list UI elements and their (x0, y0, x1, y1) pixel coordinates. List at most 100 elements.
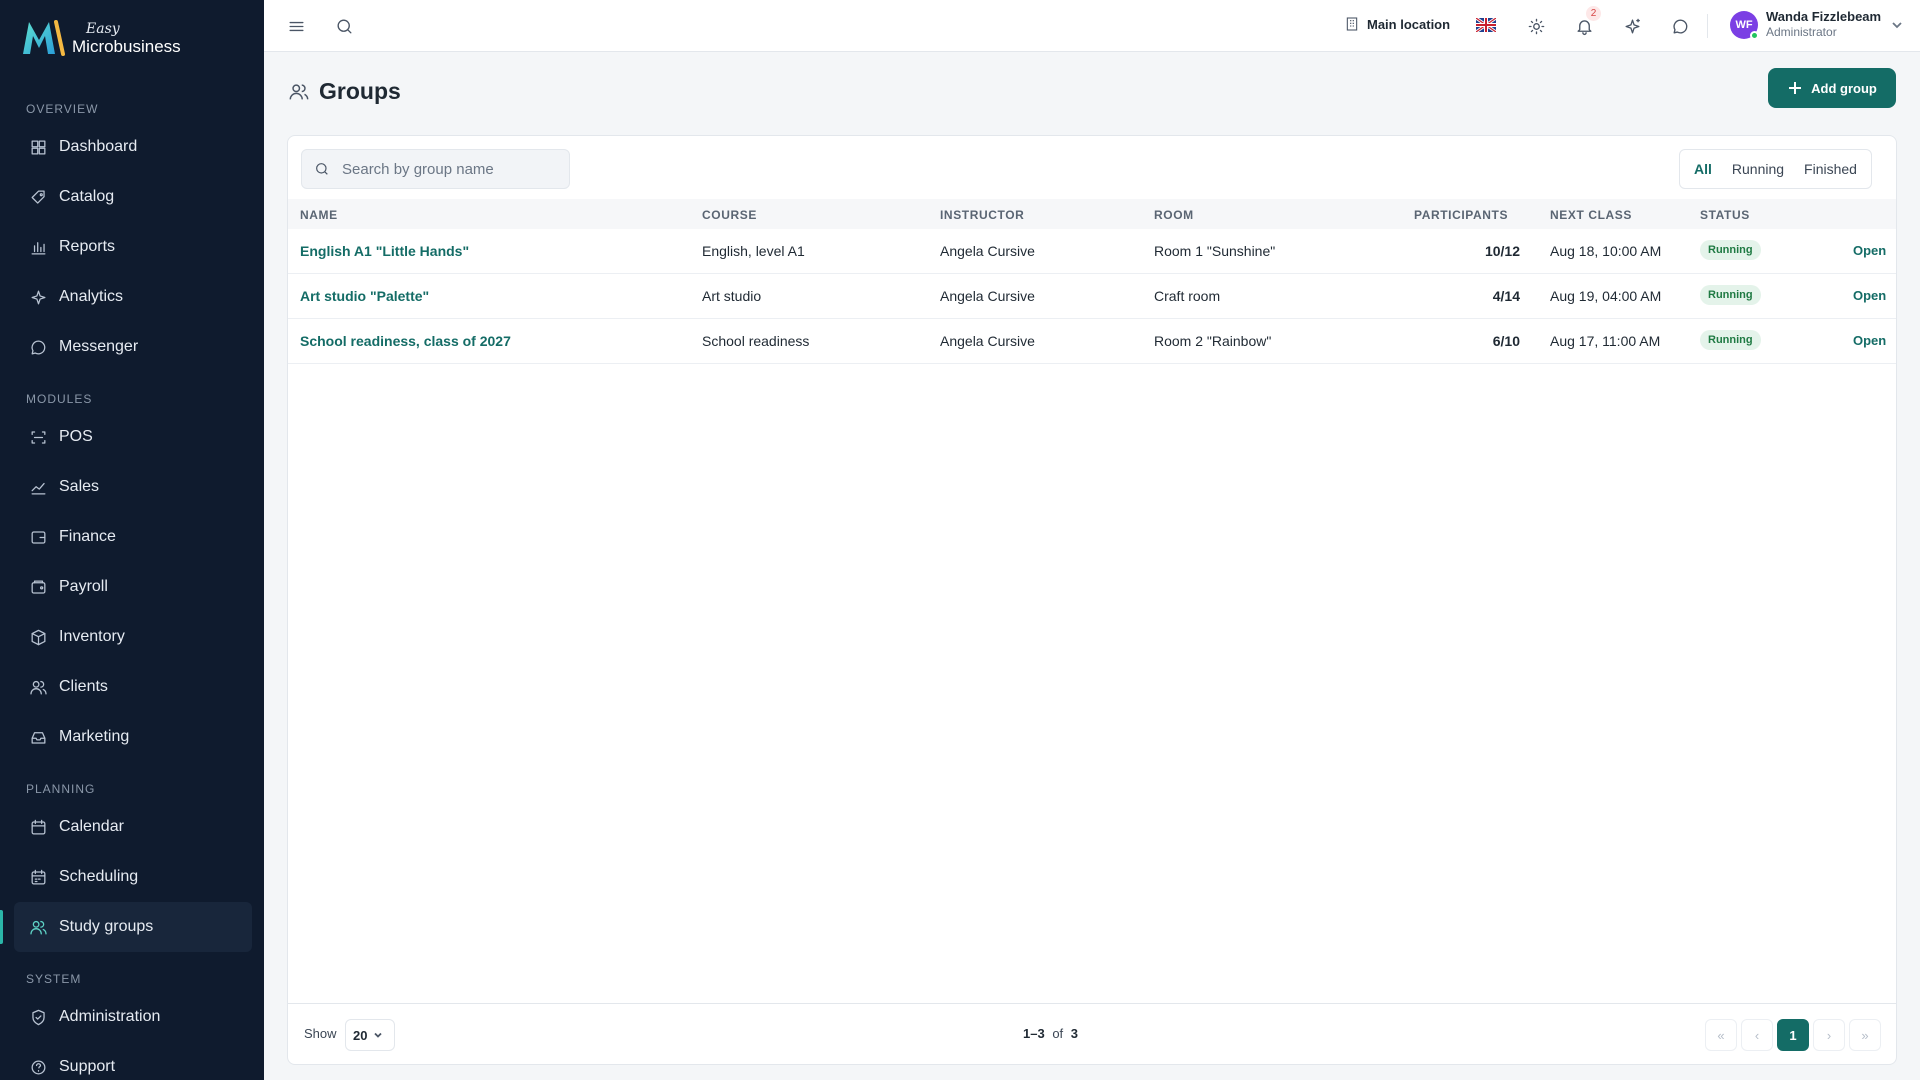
previous-page-icon[interactable]: ‹ (1741, 1019, 1773, 1051)
sidebar-item-catalog[interactable]: Catalog (0, 172, 264, 222)
groups-icon (289, 83, 309, 99)
pos-icon (28, 427, 48, 447)
open-group-link[interactable]: Open (1853, 288, 1886, 303)
building-icon (1346, 17, 1358, 31)
topbar-divider (1707, 14, 1708, 38)
range-total: 3 (1070, 1026, 1079, 1041)
course-cell: Art studio (702, 288, 762, 304)
dashboard-icon (28, 137, 48, 157)
payroll-icon (28, 577, 48, 597)
sidebar-item-finance[interactable]: Finance (0, 512, 264, 562)
sidebar-item-marketing[interactable]: Marketing (0, 712, 264, 762)
scheduling-icon (28, 867, 48, 887)
sidebar-item-label: Reports (59, 238, 116, 255)
catalog-icon (28, 187, 48, 207)
user-menu[interactable]: WF Wanda Fizzlebeam Administrator (1730, 9, 1903, 40)
pagination-range: 1–3 of 3 (1023, 1026, 1078, 1041)
page-button-current[interactable]: 1 (1777, 1019, 1809, 1051)
search-icon (316, 163, 328, 175)
table-header: NAME COURSE INSTRUCTOR ROOM PARTICIPANTS… (288, 199, 1896, 229)
sidebar-item-reports[interactable]: Reports (0, 222, 264, 272)
page-title: Groups (319, 78, 401, 104)
show-label: Show (304, 1026, 337, 1041)
open-group-link[interactable]: Open (1853, 333, 1886, 348)
sidebar-item-inventory[interactable]: Inventory (0, 612, 264, 662)
search-input[interactable] (342, 160, 562, 178)
support-icon (28, 1057, 48, 1077)
sidebar-item-payroll[interactable]: Payroll (0, 562, 264, 612)
add-group-label: Add group (1811, 80, 1877, 96)
uk-flag-icon[interactable] (1476, 18, 1496, 32)
sidebar-item-calendar[interactable]: Calendar (0, 802, 264, 852)
messenger-icon (28, 337, 48, 357)
sidebar-item-pos[interactable]: POS (0, 412, 264, 462)
sidebar: Easy Microbusiness OVERVIEW Dashboard Cata… (0, 0, 264, 1080)
filter-finished[interactable]: Finished (1794, 154, 1867, 184)
room-cell: Room 2 "Rainbow" (1154, 333, 1272, 349)
online-status-dot (1750, 30, 1759, 40)
chevron-down-icon (374, 1032, 383, 1038)
column-header-next-class[interactable]: NEXT CLASS (1550, 208, 1632, 222)
participants-cell: 4/14 (1492, 288, 1520, 304)
filter-running[interactable]: Running (1722, 154, 1794, 184)
study-groups-icon (28, 917, 48, 937)
instructor-cell: Angela Cursive (940, 333, 1035, 349)
range-of-label: of (1052, 1026, 1064, 1041)
status-badge: Running (1700, 240, 1761, 260)
sidebar-item-analytics[interactable]: Analytics (0, 272, 264, 322)
table-row[interactable]: English A1 "Little Hands" English, level … (288, 229, 1896, 274)
table-footer: Show 20 1–3 of 3 « ‹ 1 › » (288, 1003, 1896, 1065)
room-cell: Room 1 "Sunshine" (1154, 243, 1276, 259)
chat-bubble-icon[interactable] (1668, 14, 1692, 38)
open-group-link[interactable]: Open (1853, 243, 1886, 258)
sidebar-item-administration[interactable]: Administration (0, 992, 264, 1042)
range-value: 1–3 (1023, 1026, 1045, 1041)
table-row[interactable]: School readiness, class of 2027 School re… (288, 319, 1896, 364)
group-name-link[interactable]: Art studio "Palette" (300, 288, 429, 304)
column-header-status[interactable]: STATUS (1700, 208, 1750, 222)
group-name-link[interactable]: School readiness, class of 2027 (300, 333, 511, 349)
column-header-name[interactable]: NAME (300, 208, 338, 222)
status-badge: Running (1700, 330, 1761, 350)
sidebar-item-sales[interactable]: Sales (0, 462, 264, 512)
sidebar-item-label: Support (59, 1058, 116, 1075)
column-header-instructor[interactable]: INSTRUCTOR (940, 208, 1024, 222)
nav-section-title: MODULES (26, 392, 93, 406)
plus-icon (1789, 82, 1802, 94)
global-search-icon[interactable] (332, 14, 356, 38)
sidebar-item-label: Payroll (59, 578, 108, 595)
logo-mark-icon (23, 20, 65, 56)
groups-card: AllRunningFinished NAME COURSE INSTRUCTO… (287, 135, 1897, 1065)
sidebar-item-messenger[interactable]: Messenger (0, 322, 264, 372)
sidebar-item-label: Marketing (59, 728, 130, 745)
ai-sparkle-icon[interactable] (1620, 14, 1644, 38)
pagination: « ‹ 1 › » (1705, 1019, 1881, 1051)
next-page-icon[interactable]: › (1813, 1019, 1845, 1051)
menu-toggle-icon[interactable] (284, 14, 308, 38)
avatar-initials: WF (1735, 18, 1753, 31)
brand-logo[interactable]: Easy Microbusiness (20, 18, 181, 58)
sidebar-item-support[interactable]: Support (0, 1042, 264, 1080)
theme-toggle-icon[interactable] (1524, 14, 1548, 38)
sidebar-item-study-groups[interactable]: Study groups (0, 902, 252, 952)
sidebar-item-dashboard[interactable]: Dashboard (0, 122, 264, 172)
sidebar-item-clients[interactable]: Clients (0, 662, 264, 712)
filter-all[interactable]: All (1684, 154, 1722, 184)
column-header-course[interactable]: COURSE (702, 208, 757, 222)
table-row[interactable]: Art studio "Palette" Art studio Angela Cur… (288, 274, 1896, 319)
column-header-participants[interactable]: PARTICIPANTS (1414, 208, 1508, 222)
add-group-button[interactable]: Add group (1768, 68, 1896, 108)
room-cell: Craft room (1154, 288, 1221, 304)
status-filter: All Running Finished (1679, 149, 1872, 189)
user-role: Administrator (1766, 25, 1837, 40)
location-selector[interactable]: Main location (1344, 16, 1450, 32)
first-page-icon[interactable]: « (1705, 1019, 1737, 1051)
calendar-icon (28, 817, 48, 837)
column-header-room[interactable]: ROOM (1154, 208, 1194, 222)
group-name-link[interactable]: English A1 "Little Hands" (300, 243, 469, 259)
course-cell: School readiness (702, 333, 810, 349)
page-size-select[interactable]: 20 (345, 1019, 395, 1051)
brand-easy: Easy (86, 20, 120, 37)
last-page-icon[interactable]: » (1849, 1019, 1881, 1051)
sidebar-item-scheduling[interactable]: Scheduling (0, 852, 264, 902)
